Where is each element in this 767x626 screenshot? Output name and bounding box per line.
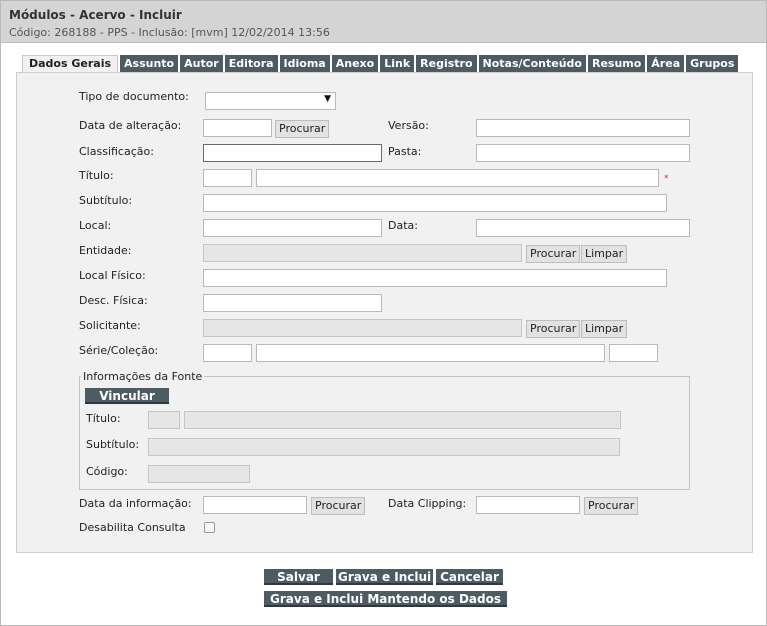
titulo-label: Título:	[79, 169, 114, 182]
chevron-down-icon: ▼	[324, 94, 331, 104]
entidade-limpar-button[interactable]: Limpar	[581, 245, 628, 263]
entidade-label: Entidade:	[79, 244, 132, 257]
tab-dados-gerais[interactable]: Dados Gerais	[22, 55, 119, 73]
page-title: Módulos - Acervo - Incluir	[9, 8, 182, 22]
solicitante-input	[203, 319, 522, 337]
titulo-prefix-input[interactable]	[203, 169, 252, 187]
fonte-titulo-input	[184, 411, 621, 429]
serie-prefix-input[interactable]	[203, 344, 252, 362]
local-input[interactable]	[203, 219, 382, 237]
desc-fisica-label: Desc. Física:	[79, 294, 148, 307]
grava-inclui-button[interactable]: Grava e Inclui	[336, 569, 433, 585]
fonte-subtitulo-input	[148, 438, 620, 456]
tab-bar: Dados Gerais Assunto Autor Editora Idiom…	[22, 55, 740, 73]
required-marker: *	[664, 174, 669, 184]
fonte-subtitulo-label: Subtítulo:	[86, 438, 140, 451]
local-label: Local:	[79, 219, 112, 232]
tab-anexo[interactable]: Anexo	[331, 55, 379, 72]
data-alteracao-procurar-button[interactable]: Procurar	[275, 120, 330, 138]
tab-grupos[interactable]: Grupos	[686, 55, 739, 72]
solicitante-limpar-button[interactable]: Limpar	[581, 320, 628, 338]
acervo-window: Módulos - Acervo - Incluir Código: 26818…	[0, 0, 767, 626]
serie-numero-input[interactable]	[609, 344, 658, 362]
classificacao-input[interactable]	[203, 144, 382, 162]
titulo-input[interactable]	[256, 169, 659, 187]
cancelar-button[interactable]: Cancelar	[436, 569, 503, 585]
fonte-titulo-prefix-input	[148, 411, 180, 429]
tab-assunto[interactable]: Assunto	[120, 55, 179, 72]
serie-colecao-label: Série/Coleção:	[79, 344, 159, 357]
tab-resumo[interactable]: Resumo	[587, 55, 646, 72]
solicitante-label: Solicitante:	[79, 319, 141, 332]
desabilita-consulta-checkbox[interactable]	[204, 522, 215, 533]
data-informacao-label: Data da informação:	[79, 497, 192, 510]
grava-inclui-mantendo-button[interactable]: Grava e Inclui Mantendo os Dados	[264, 591, 507, 607]
title-bar: Módulos - Acervo - Incluir Código: 26818…	[1, 1, 766, 43]
subtitulo-label: Subtítulo:	[79, 194, 133, 207]
local-fisico-input[interactable]	[203, 269, 667, 287]
data-alteracao-label: Data de alteração:	[79, 119, 182, 132]
fonte-titulo-label: Título:	[86, 412, 121, 425]
versao-input[interactable]	[476, 119, 690, 137]
desc-fisica-input[interactable]	[203, 294, 382, 312]
salvar-button[interactable]: Salvar	[264, 569, 333, 585]
tab-notas-conteudo[interactable]: Notas/Conteúdo	[478, 55, 586, 72]
tab-registro[interactable]: Registro	[416, 55, 477, 72]
pasta-input[interactable]	[476, 144, 690, 162]
serie-colecao-input[interactable]	[256, 344, 605, 362]
entidade-input	[203, 244, 522, 262]
entidade-procurar-button[interactable]: Procurar	[526, 245, 581, 263]
classificacao-label: Classificação:	[79, 145, 154, 158]
data-label: Data:	[388, 219, 418, 232]
solicitante-procurar-button[interactable]: Procurar	[526, 320, 581, 338]
fonte-codigo-label: Código:	[86, 465, 128, 478]
tab-autor[interactable]: Autor	[180, 55, 223, 72]
desabilita-consulta-label: Desabilita Consulta	[79, 521, 186, 534]
fonte-codigo-input	[148, 465, 250, 483]
tipo-documento-label: Tipo de documento:	[79, 90, 189, 103]
fonte-legend: Informações da Fonte	[81, 370, 205, 383]
pasta-label: Pasta:	[388, 145, 422, 158]
tab-editora[interactable]: Editora	[224, 55, 278, 72]
local-fisico-label: Local Físico:	[79, 269, 146, 282]
tipo-documento-select[interactable]: ▼	[205, 92, 336, 110]
data-clipping-label: Data Clipping:	[388, 497, 467, 510]
data-alteracao-input[interactable]	[203, 119, 272, 137]
tab-area[interactable]: Área	[647, 55, 685, 72]
data-clipping-procurar-button[interactable]: Procurar	[584, 497, 639, 515]
subtitulo-input[interactable]	[203, 194, 667, 212]
record-info: Código: 268188 - PPS - Inclusão: [mvm] 1…	[9, 26, 330, 39]
data-informacao-procurar-button[interactable]: Procurar	[311, 497, 366, 515]
tab-link[interactable]: Link	[380, 55, 415, 72]
data-informacao-input[interactable]	[203, 496, 307, 514]
vincular-button[interactable]: Vincular	[85, 388, 169, 404]
versao-label: Versão:	[388, 119, 429, 132]
data-clipping-input[interactable]	[476, 496, 580, 514]
tab-idioma[interactable]: Idioma	[279, 55, 330, 72]
data-input[interactable]	[476, 219, 690, 237]
